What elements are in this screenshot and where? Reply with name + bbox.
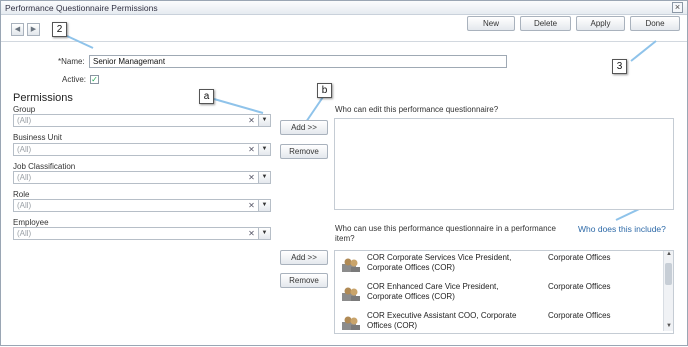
list-item[interactable]: COR Corporate Services Vice President, Co… xyxy=(335,251,661,279)
clear-icon[interactable]: ✕ xyxy=(246,200,257,211)
permissions-window: Performance Questionnaire Permissions × … xyxy=(0,0,688,346)
active-label: Active: xyxy=(62,75,87,84)
clear-icon[interactable]: ✕ xyxy=(246,144,257,155)
group-combo[interactable]: (All) ✕ ▼ xyxy=(13,114,271,127)
back-button[interactable]: ◀ xyxy=(11,23,24,36)
window-title: Performance Questionnaire Permissions xyxy=(5,3,158,13)
permissions-heading: Permissions xyxy=(13,92,73,104)
use-question-line2: item? xyxy=(335,234,355,243)
chevron-down-icon[interactable]: ▼ xyxy=(258,200,270,211)
item-name: COR Executive Assistant COO, Corporate Of… xyxy=(367,311,517,330)
done-button[interactable]: Done xyxy=(630,16,680,31)
callout-a: a xyxy=(199,89,214,104)
job-classification-combo[interactable]: (All) ✕ ▼ xyxy=(13,171,271,184)
delete-button[interactable]: Delete xyxy=(520,16,571,31)
chevron-down-icon[interactable]: ▼ xyxy=(258,228,270,239)
remove-users-button[interactable]: Remove xyxy=(280,273,328,288)
add-users-button[interactable]: Add >> xyxy=(280,250,328,265)
employee-combo[interactable]: (All) ✕ ▼ xyxy=(13,227,271,240)
add-editors-button[interactable]: Add >> xyxy=(280,120,328,135)
callout-b: b xyxy=(317,83,332,98)
scroll-down-icon[interactable]: ▼ xyxy=(665,323,673,329)
toolbar: ◀ ▶ New Delete Apply Done xyxy=(1,16,687,42)
clear-icon[interactable]: ✕ xyxy=(246,172,257,183)
remove-editors-button[interactable]: Remove xyxy=(280,144,328,159)
business-unit-combo[interactable]: (All) ✕ ▼ xyxy=(13,143,271,156)
item-name: COR Enhanced Care Vice President, Corpora… xyxy=(367,282,499,301)
business-unit-value: (All) xyxy=(17,145,32,154)
new-button[interactable]: New xyxy=(467,16,515,31)
user-group-icon xyxy=(342,316,360,330)
item-name: COR Corporate Services Vice President, Co… xyxy=(367,253,512,272)
list-item[interactable]: COR Executive Assistant COO, Corporate Of… xyxy=(335,309,661,333)
name-label: *Name: xyxy=(58,57,85,66)
name-input[interactable]: Senior Managemant xyxy=(89,55,507,68)
group-label: Group xyxy=(13,105,36,114)
clear-icon[interactable]: ✕ xyxy=(246,228,257,239)
job-classification-value: (All) xyxy=(17,173,32,182)
scroll-up-icon[interactable]: ▲ xyxy=(665,251,673,257)
edit-question: Who can edit this performance questionna… xyxy=(335,105,499,114)
item-org: Corporate Offices xyxy=(548,282,611,291)
group-value: (All) xyxy=(17,116,32,125)
editors-list[interactable] xyxy=(334,118,674,210)
title-bar: Performance Questionnaire Permissions × xyxy=(1,1,687,15)
chevron-down-icon[interactable]: ▼ xyxy=(258,172,270,183)
who-does-this-include-link[interactable]: Who does this include? xyxy=(578,224,666,234)
item-org: Corporate Offices xyxy=(548,253,611,262)
clear-icon[interactable]: ✕ xyxy=(246,115,257,126)
role-combo[interactable]: (All) ✕ ▼ xyxy=(13,199,271,212)
scrollbar[interactable]: ▲ ▼ xyxy=(663,251,673,331)
callout-3: 3 xyxy=(612,59,627,74)
use-question-line1: Who can use this performance questionnai… xyxy=(335,224,557,233)
role-label: Role xyxy=(13,190,30,199)
user-group-icon xyxy=(342,287,360,301)
active-checkbox[interactable]: ✓ xyxy=(90,75,99,84)
item-org: Corporate Offices xyxy=(548,311,611,320)
close-icon[interactable]: × xyxy=(672,2,683,13)
apply-button[interactable]: Apply xyxy=(576,16,625,31)
role-value: (All) xyxy=(17,201,32,210)
list-item[interactable]: COR Enhanced Care Vice President, Corpora… xyxy=(335,280,661,308)
chevron-down-icon[interactable]: ▼ xyxy=(258,144,270,155)
forward-button[interactable]: ▶ xyxy=(27,23,40,36)
scroll-thumb[interactable] xyxy=(665,263,672,285)
employee-label: Employee xyxy=(13,218,49,227)
callout-2: 2 xyxy=(52,22,67,37)
user-group-icon xyxy=(342,258,360,272)
job-classification-label: Job Classification xyxy=(13,162,76,171)
chevron-down-icon[interactable]: ▼ xyxy=(258,115,270,126)
employee-value: (All) xyxy=(17,229,32,238)
users-list[interactable]: COR Corporate Services Vice President, Co… xyxy=(334,250,674,334)
business-unit-label: Business Unit xyxy=(13,133,62,142)
